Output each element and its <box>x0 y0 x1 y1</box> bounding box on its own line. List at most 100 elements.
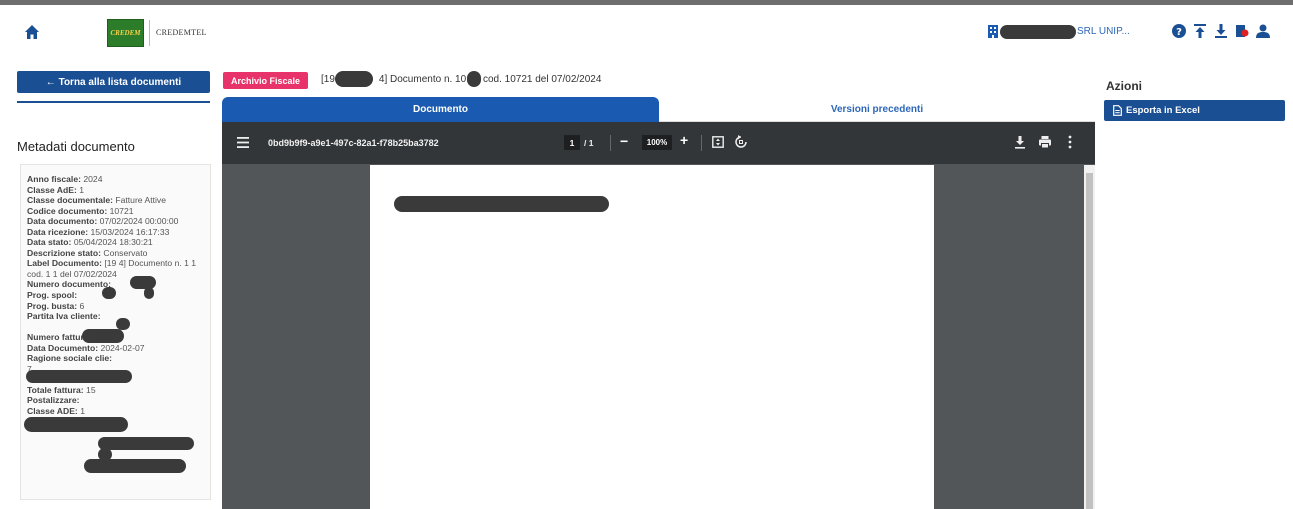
pdf-file-name: 0bd9b9f9-a9e1-497c-82a1-f78b25ba3782 <box>268 138 439 148</box>
metadata-label: Anno fiscale: <box>27 174 81 184</box>
metadata-label: Classe AdE: <box>27 184 77 195</box>
metadata-row: Descrizione stato: Conservato <box>27 248 204 259</box>
print-icon[interactable] <box>1038 135 1052 149</box>
download-icon[interactable] <box>1214 23 1228 39</box>
metadata-value: Conservato <box>103 247 148 258</box>
credem-logo-text: CREDEM <box>110 29 141 37</box>
redacted-meta-7 <box>24 417 128 432</box>
metadata-row: Data documento: 07/02/2024 00:00:00 <box>27 216 204 227</box>
logo-divider <box>149 20 150 46</box>
credem-logo: CREDEM <box>107 19 144 47</box>
metadata-label: Label Documento: <box>27 258 102 269</box>
redacted-meta-2 <box>102 287 116 299</box>
metadata-row: Partita Iva cliente: <box>27 311 204 322</box>
metadata-label: Partita Iva cliente: <box>27 311 101 322</box>
metadata-label: Codice documento: <box>27 205 108 216</box>
metadata-value: Fatture Attive <box>115 195 166 206</box>
fit-page-icon[interactable] <box>712 136 724 148</box>
metadata-label: Classe documentale: <box>27 195 113 206</box>
pdf-page <box>370 165 934 509</box>
metadata-label: Descrizione stato: <box>27 247 102 258</box>
redacted-meta-3 <box>144 287 154 299</box>
tab-versioni-precedenti[interactable]: Versioni precedenti <box>659 97 1095 122</box>
metadata-row: Postalizzare: <box>27 395 204 406</box>
header-actions: ? <box>1172 23 1270 39</box>
metadata-row: Classe documentale: Fatture Attive <box>27 195 204 206</box>
metadata-value: 2024 <box>83 174 103 184</box>
metadata-label: Postalizzare: <box>27 395 80 406</box>
actions-title: Azioni <box>1106 79 1142 93</box>
page-number-input[interactable]: 1 <box>564 135 580 150</box>
metadata-row: Prog. busta: 6 <box>27 301 204 312</box>
building-icon <box>988 25 998 38</box>
redacted-meta-8 <box>98 437 194 450</box>
metadata-row: Data Documento: 2024-02-07 <box>27 343 204 354</box>
export-excel-label: Esporta in Excel <box>1126 105 1200 116</box>
metadata-label: Ragione sociale clie: <box>27 353 113 364</box>
redacted-title-2 <box>467 71 481 87</box>
pdf-toolbar: 0bd9b9f9-a9e1-497c-82a1-f78b25ba3782 1 /… <box>222 122 1095 164</box>
redacted-meta-5 <box>82 329 124 343</box>
sidebar-divider <box>17 101 210 103</box>
metadata-label: Prog. spool: <box>27 290 78 301</box>
metadata-label: Classe ADE: <box>27 406 78 417</box>
metadata-value: 15/03/2024 16:17:33 <box>90 226 170 237</box>
metadata-row: Classe AdE: 1 <box>27 185 204 196</box>
rotate-icon[interactable] <box>734 135 748 149</box>
metadata-value: 10721 <box>109 205 134 216</box>
metadata-value: 05/04/2024 18:30:21 <box>73 237 153 248</box>
metadata-row: Numero documento: <box>27 279 204 290</box>
document-title-suffix: cod. 10721 del 07/02/2024 <box>482 74 602 85</box>
export-excel-button[interactable]: Esporta in Excel <box>1104 100 1285 121</box>
metadata-value: 1 <box>80 406 85 417</box>
user-icon[interactable] <box>1256 23 1270 39</box>
home-icon[interactable] <box>24 24 40 40</box>
menu-icon[interactable] <box>237 137 249 148</box>
archive-badge: Archivio Fiscale <box>223 72 309 89</box>
pdf-scrollbar[interactable] <box>1084 165 1095 509</box>
zoom-input[interactable]: 100% <box>642 135 672 150</box>
redacted-title-1 <box>335 71 373 87</box>
company-name[interactable]: SRL UNIP... <box>1077 26 1130 37</box>
tab-documento[interactable]: Documento <box>222 97 659 122</box>
metadata-label: Data Documento: <box>27 342 99 353</box>
toolbar-separator <box>701 135 702 151</box>
file-icon <box>1113 105 1122 116</box>
metadata-label: Numero documento: <box>27 279 112 290</box>
metadata-label: Totale fattura: <box>27 384 84 395</box>
metadata-title: Metadati documento <box>17 139 135 154</box>
metadata-value: 2024-02-07 <box>100 342 145 353</box>
metadata-row: Totale fattura: 15 <box>27 385 204 396</box>
metadata-label: Data ricezione: <box>27 226 89 237</box>
pdf-viewer: 0bd9b9f9-a9e1-497c-82a1-f78b25ba3782 1 /… <box>222 122 1095 509</box>
help-icon[interactable]: ? <box>1172 23 1186 39</box>
upload-icon[interactable] <box>1193 23 1207 39</box>
back-to-list-button[interactable]: ← Torna alla lista documenti <box>17 71 210 93</box>
document-title-prefix: [19 <box>321 74 335 85</box>
credemtel-logo: CREDEMTEL <box>156 28 207 37</box>
metadata-row: Ragione sociale clie: <box>27 353 204 364</box>
document-title-mid: 4] Documento n. 10 <box>378 74 467 85</box>
metadata-row: Classe ADE: 1 <box>27 406 204 417</box>
metadata-row: Label Documento: [19 4] Documento n. 1 1… <box>27 258 204 279</box>
metadata-row: Codice documento: 10721 <box>27 206 204 217</box>
page-total: / 1 <box>584 138 594 148</box>
metadata-value: 6 <box>79 300 85 311</box>
download-icon[interactable] <box>1014 135 1026 149</box>
notifications-icon[interactable] <box>1235 23 1249 39</box>
zoom-in-button[interactable]: + <box>680 132 688 148</box>
metadata-label: Data stato: <box>27 237 72 248</box>
more-options-icon[interactable] <box>1068 135 1072 149</box>
metadata-row: Data stato: 05/04/2024 18:30:21 <box>27 237 204 248</box>
pdf-scrollbar-thumb[interactable] <box>1086 173 1093 509</box>
metadata-label: Data documento: <box>27 216 98 227</box>
redacted-company <box>1000 25 1076 39</box>
zoom-out-button[interactable]: − <box>620 133 628 149</box>
metadata-row: Data ricezione: 15/03/2024 16:17:33 <box>27 227 204 238</box>
metadata-label: Prog. busta: <box>27 300 78 311</box>
metadata-value: 07/02/2024 00:00:00 <box>99 216 179 227</box>
redacted-document-text <box>394 196 609 212</box>
redacted-meta-1 <box>130 276 156 289</box>
redacted-meta-10 <box>84 459 186 473</box>
toolbar-separator <box>610 135 611 151</box>
